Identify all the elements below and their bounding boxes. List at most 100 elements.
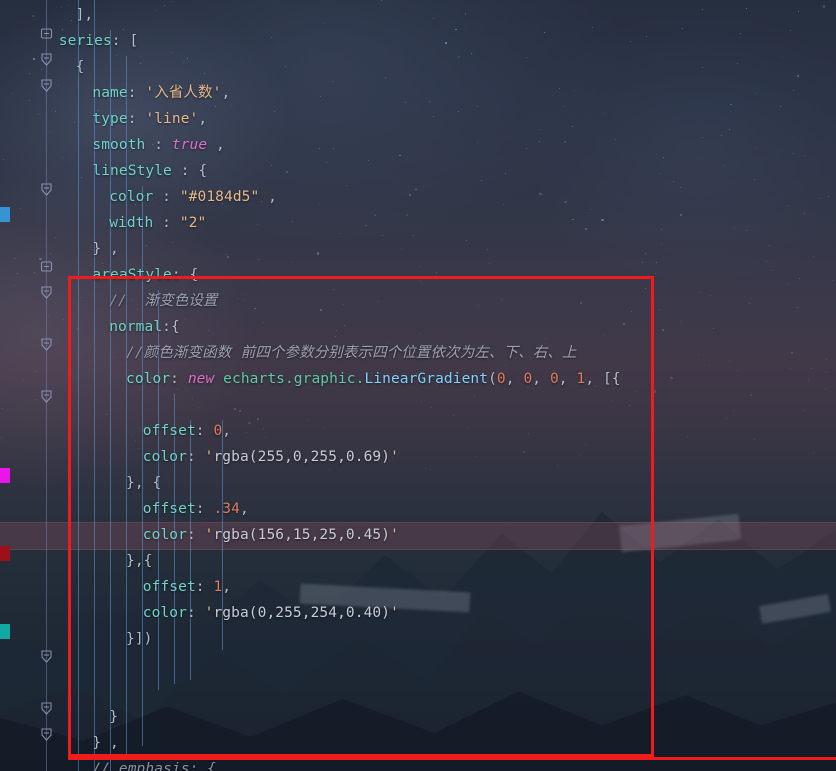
- code-line[interactable]: lineStyle : {: [0, 158, 207, 184]
- code-editor-surface[interactable]: ], series: [{name: '入省人数', type: 'line', sm…: [0, 0, 836, 771]
- code-line[interactable]: // 渐变色设置: [0, 288, 218, 314]
- code-line[interactable]: width : "2": [0, 210, 206, 236]
- token-key: color: [109, 189, 154, 205]
- token-punct: ,: [505, 371, 524, 387]
- token-punct: ,: [259, 189, 277, 205]
- token-punct: :: [153, 189, 180, 205]
- token-punct: ,: [222, 579, 232, 595]
- code-line[interactable]: series: [: [0, 28, 138, 54]
- token-key: width: [109, 215, 154, 231]
- code-line[interactable]: type: 'line',: [0, 106, 207, 132]
- token-punct: :{: [162, 319, 180, 335]
- token-punct: } ,: [92, 241, 119, 257]
- fold-chevron-down-icon[interactable]: [39, 337, 54, 352]
- token-punct: :: [186, 449, 205, 465]
- code-line[interactable]: }]): [0, 626, 153, 652]
- token-num: 0: [213, 423, 223, 439]
- token-num: 0: [496, 371, 506, 387]
- token-str: ': [390, 527, 399, 543]
- editor-window: ], series: [{name: '入省人数', type: 'line', sm…: [0, 0, 836, 771]
- token-punct: {: [75, 59, 85, 75]
- token-key: name: [92, 85, 128, 101]
- annotation-right-edge: [651, 276, 654, 757]
- token-punct: } ,: [92, 735, 119, 751]
- token-punct: :: [195, 501, 214, 517]
- token-str: ': [390, 449, 399, 465]
- overview-ruler-color-mark[interactable]: [0, 624, 10, 639]
- fold-chevron-down-icon[interactable]: [39, 285, 54, 300]
- token-punct: :: [145, 137, 172, 153]
- token-punct: ,: [221, 85, 231, 101]
- code-line[interactable]: color: new echarts.graphic.LinearGradien…: [0, 366, 621, 392]
- token-kw: true: [171, 137, 208, 153]
- fold-gutter[interactable]: [34, 0, 60, 771]
- token-key: series: [58, 33, 112, 49]
- overview-ruler-color-mark[interactable]: [0, 546, 10, 561]
- token-punct: :: [170, 371, 188, 387]
- token-punct: , [{: [585, 371, 621, 387]
- token-punct: :: [195, 423, 214, 439]
- token-punct: : {: [171, 163, 208, 179]
- token-punct: : {: [171, 267, 199, 283]
- code-line[interactable]: //颜色渐变函数 前四个参数分别表示四个位置依次为左、下、右、上: [0, 340, 577, 366]
- token-punct: ,: [558, 371, 577, 387]
- token-key: areaStyle: [92, 267, 172, 283]
- token-punct: :: [127, 111, 146, 127]
- token-strq: rgba(255,0,255,0.69): [213, 449, 391, 465]
- fold-collapse-icon[interactable]: [39, 26, 54, 41]
- token-str: 'line': [145, 111, 199, 127]
- token-num: 1: [576, 371, 586, 387]
- token-str: ': [390, 605, 399, 621]
- token-punct: ,: [207, 137, 225, 153]
- token-punct: :: [186, 527, 205, 543]
- fold-chevron-down-icon[interactable]: [39, 78, 54, 93]
- token-punct: : [: [111, 33, 139, 49]
- token-punct: :: [127, 85, 146, 101]
- token-num: .34: [213, 501, 240, 517]
- fold-chevron-down-icon[interactable]: [39, 389, 54, 404]
- fold-chevron-down-icon[interactable]: [39, 52, 54, 67]
- token-str: "2": [179, 215, 207, 231]
- overview-ruler-color-mark[interactable]: [0, 207, 10, 222]
- token-punct: :: [186, 605, 205, 621]
- token-key: color: [142, 449, 187, 465]
- token-key: color: [142, 527, 187, 543]
- token-num: 0: [549, 371, 559, 387]
- token-key: type: [92, 111, 128, 127]
- token-comment-cn: 渐变色设置: [144, 293, 218, 309]
- token-str: "#0184d5": [179, 189, 260, 205]
- code-line[interactable]: }, {: [0, 470, 161, 496]
- fold-chevron-down-icon[interactable]: [39, 649, 54, 664]
- fold-chevron-down-icon[interactable]: [39, 701, 54, 716]
- token-punct: ,: [532, 371, 550, 387]
- token-punct: }, {: [126, 475, 162, 491]
- token-str: '入省人数': [145, 85, 222, 101]
- token-punct: ,: [222, 423, 232, 439]
- token-key: color: [142, 605, 187, 621]
- token-key: normal: [109, 319, 163, 335]
- token-punct: ,: [239, 501, 249, 517]
- token-num: 0: [523, 371, 533, 387]
- token-strq: rgba(0,255,254,0.40): [213, 605, 391, 621]
- token-key: smooth: [92, 137, 146, 153]
- token-num: 1: [213, 579, 223, 595]
- fold-collapse-icon[interactable]: [39, 259, 54, 274]
- fold-chevron-down-icon[interactable]: [39, 182, 54, 197]
- token-key: color: [126, 371, 171, 387]
- overview-ruler[interactable]: [0, 0, 14, 771]
- token-punct: }: [109, 709, 119, 725]
- code-line[interactable]: areaStyle: {: [0, 262, 198, 288]
- overview-ruler-color-mark[interactable]: [0, 468, 10, 483]
- token-strq: rgba(156,15,25,0.45): [213, 527, 391, 543]
- token-punct: ],: [75, 7, 94, 23]
- token-obj: echarts.graphic.: [223, 371, 365, 387]
- code-line[interactable]: },{: [0, 548, 153, 574]
- token-key: offset: [142, 423, 196, 439]
- token-punct: ,: [198, 111, 208, 127]
- token-key: lineStyle: [92, 163, 172, 179]
- fold-chevron-down-icon[interactable]: [39, 727, 54, 742]
- token-punct: },{: [126, 553, 153, 569]
- token-comment: //: [109, 293, 145, 309]
- code-line[interactable]: normal:{: [0, 314, 180, 340]
- token-punct: [214, 371, 223, 387]
